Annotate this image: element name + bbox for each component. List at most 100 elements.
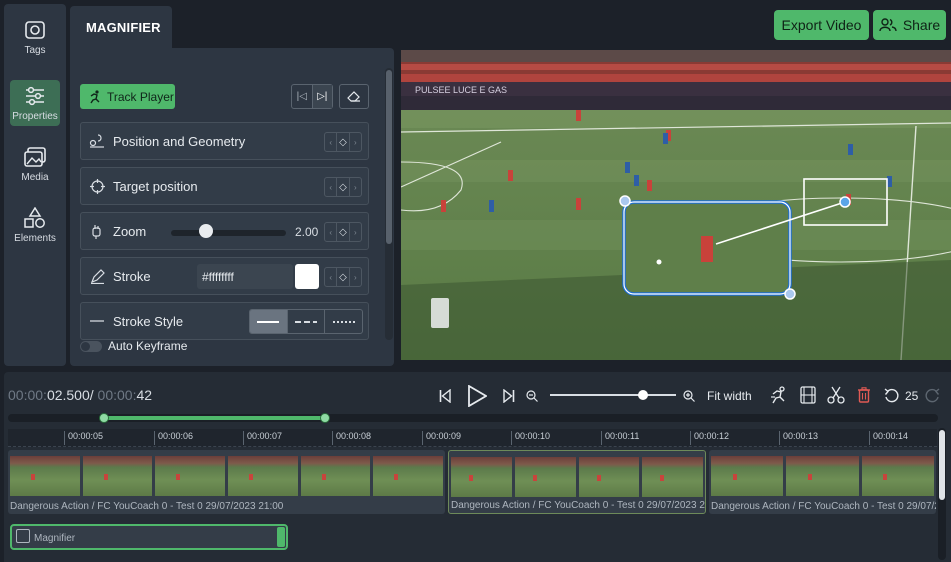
range-start-handle[interactable] xyxy=(99,413,109,423)
undo-count: 25 xyxy=(905,389,919,403)
trash-icon xyxy=(858,387,870,403)
redo-button[interactable] xyxy=(923,386,941,404)
stroke-color-swatch[interactable] xyxy=(295,264,319,289)
export-label: Export Video xyxy=(781,17,862,33)
prev-keyframe-icon[interactable]: |◁ xyxy=(292,85,312,108)
running-player-icon xyxy=(771,386,785,404)
play-button[interactable] xyxy=(465,383,489,409)
clip-label: Dangerous Action / FC YouCoach 0 - Test … xyxy=(711,501,936,512)
current-time-value: 02.500 xyxy=(46,387,90,403)
delete-tool[interactable] xyxy=(855,385,873,405)
row-zoom: Zoom 2.00 ‹ ◇ › xyxy=(80,212,369,250)
keyframe-nav: |◁ ▷| xyxy=(291,84,333,109)
skip-back-button[interactable] xyxy=(436,386,454,406)
zoom-slider[interactable] xyxy=(171,230,286,236)
keyframe-diamond-icon[interactable]: ◇ xyxy=(336,178,350,196)
keyframe-diamond-icon[interactable]: ◇ xyxy=(336,268,350,286)
magnifier-clip[interactable]: Magnifier xyxy=(10,524,288,550)
share-label: Share xyxy=(902,17,941,33)
clip-thumbnails xyxy=(451,457,703,497)
ruler-tick: 00:00:12 xyxy=(690,431,729,445)
track-player-tool[interactable] xyxy=(768,385,790,405)
export-video-button[interactable]: Export Video xyxy=(774,10,869,40)
sidebar-item-properties[interactable]: Properties xyxy=(10,80,60,126)
ruler-tick: 00:00:14 xyxy=(869,431,908,445)
ruler-tick: 00:00:08 xyxy=(332,431,371,445)
row-label: Stroke xyxy=(113,268,151,284)
clip-label: Dangerous Action / FC YouCoach 0 - Test … xyxy=(10,501,284,512)
film-icon xyxy=(800,386,816,404)
row-stroke-style: Stroke Style xyxy=(80,302,369,340)
solid-line-option[interactable] xyxy=(250,310,287,333)
play-icon xyxy=(468,385,487,407)
row-position-geometry[interactable]: Position and Geometry ‹ ◇ › xyxy=(80,122,369,160)
timeline-zoom-knob[interactable] xyxy=(638,390,648,400)
share-button[interactable]: Share xyxy=(873,10,946,40)
track-player-button[interactable]: Track Player xyxy=(80,84,175,109)
keyframe-diamond-icon[interactable]: ◇ xyxy=(336,133,350,151)
next-arrow-icon[interactable]: › xyxy=(350,223,361,241)
range-selection[interactable] xyxy=(104,416,326,420)
skip-forward-button[interactable] xyxy=(500,386,518,406)
next-arrow-icon[interactable]: › xyxy=(350,268,361,286)
sliders-icon xyxy=(26,86,44,105)
row-label: Position and Geometry xyxy=(113,133,246,149)
time-display: 00:00:02.500/ 00:00:42 xyxy=(8,387,152,403)
skip-forward-icon xyxy=(503,389,515,403)
prev-arrow-icon[interactable]: ‹ xyxy=(325,223,336,241)
next-arrow-icon[interactable]: › xyxy=(350,178,361,196)
keyframe-diamond-icon[interactable]: ◇ xyxy=(336,223,350,241)
sidebar-item-label: Properties xyxy=(12,110,58,122)
prev-arrow-icon[interactable]: ‹ xyxy=(325,133,336,151)
keyframe-controls: ‹ ◇ › xyxy=(324,132,362,152)
keyframe-controls: ‹ ◇ › xyxy=(324,177,362,197)
next-arrow-icon[interactable]: › xyxy=(350,133,361,151)
fit-width-button[interactable]: Fit width xyxy=(707,389,752,403)
zoom-in-button[interactable] xyxy=(681,388,697,404)
prev-arrow-icon[interactable]: ‹ xyxy=(325,178,336,196)
timeline-zoom-slider[interactable] xyxy=(550,394,676,396)
film-tool[interactable] xyxy=(798,385,818,405)
sidebar-item-label: Tags xyxy=(24,44,46,56)
range-end-handle[interactable] xyxy=(320,413,330,423)
dashed-line-option[interactable] xyxy=(286,310,325,333)
eraser-button[interactable] xyxy=(339,84,369,109)
sidebar-item-label: Elements xyxy=(14,232,56,244)
zoom-out-button[interactable] xyxy=(524,388,540,404)
row-label: Stroke Style xyxy=(113,313,184,329)
keyframe-controls: ‹ ◇ › xyxy=(324,267,362,287)
video-clip[interactable]: Dangerous Action / FC YouCoach 0 - Test … xyxy=(8,450,445,514)
clip-resize-handle[interactable] xyxy=(277,527,285,547)
ruler-tick: 00:00:09 xyxy=(422,431,461,445)
zoom-in-icon xyxy=(683,390,695,402)
dotted-line-option[interactable] xyxy=(324,310,362,333)
undo-icon xyxy=(884,387,899,402)
sidebar-item-media[interactable]: Media xyxy=(10,141,60,187)
cut-tool[interactable] xyxy=(826,385,846,405)
stroke-color-input[interactable]: #ffffffff xyxy=(197,264,293,289)
undo-button[interactable] xyxy=(882,386,900,404)
video-preview[interactable]: PULSEE LUCE E GAS xyxy=(401,50,951,360)
users-icon xyxy=(879,18,897,32)
pen-icon xyxy=(87,268,107,284)
row-target-position[interactable]: Target position ‹ ◇ › xyxy=(80,167,369,205)
track-player-label: Track Player xyxy=(107,89,174,104)
tab-magnifier[interactable]: MAGNIFIER xyxy=(70,6,172,48)
video-clip[interactable]: Dangerous Action / FC YouCoach 0 - Test … xyxy=(709,450,936,514)
properties-panel: Track Player |◁ ▷| Position and Geometry… xyxy=(70,48,394,366)
zoom-out-icon xyxy=(526,390,538,402)
time-ruler[interactable]: 00:00:05 00:00:06 00:00:07 00:00:08 00:0… xyxy=(8,429,937,447)
ruler-tick: 00:00:10 xyxy=(511,431,550,445)
video-clip[interactable]: Dangerous Action / FC YouCoach 0 - Test … xyxy=(448,450,706,514)
sidebar-item-elements[interactable]: Elements xyxy=(10,202,60,248)
running-player-icon xyxy=(90,89,100,103)
next-keyframe-icon[interactable]: ▷| xyxy=(311,85,332,108)
eraser-icon xyxy=(347,90,360,102)
auto-keyframe-toggle[interactable] xyxy=(80,341,102,352)
panel-scrollbar[interactable] xyxy=(386,70,392,244)
clip-label: Dangerous Action / FC YouCoach 0 - Test … xyxy=(451,500,706,511)
timeline-scrollbar[interactable] xyxy=(939,430,945,500)
prev-arrow-icon[interactable]: ‹ xyxy=(325,268,336,286)
sidebar-item-tags[interactable]: Tags xyxy=(10,14,60,60)
zoom-hand-icon xyxy=(87,224,107,239)
